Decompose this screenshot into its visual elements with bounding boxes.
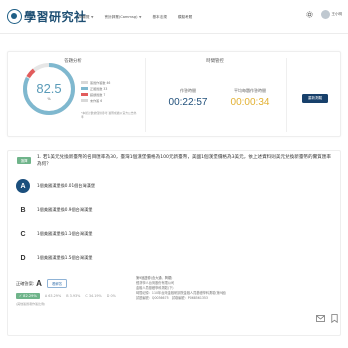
option-c[interactable]: C 1個美國漢堡換1.1個台灣漢堡 [16, 226, 336, 242]
legend-swatch [81, 80, 88, 84]
option-c-rate: C 34.19% [85, 294, 102, 298]
answer-distribution: ✓ 82.29% A 63.29% B 3.93% C 34.19% D 0% [16, 293, 116, 299]
divider [286, 58, 287, 132]
question-source: 第9屆證券(含大通、興櫃) 經濟學人台灣股份有限公司 金融人員基礎學科測驗(下)… [136, 276, 336, 301]
option-a-rate: A 63.29% [44, 294, 62, 298]
divider [145, 58, 146, 132]
time-used-label: 作答時間 [180, 88, 196, 93]
view-explanation-button[interactable]: 看解答 [46, 279, 68, 289]
time-avg-value: 00:00:34 [230, 97, 270, 108]
mail-icon[interactable] [315, 314, 325, 323]
legend-swatch [81, 98, 88, 102]
option-d[interactable]: D 1個美國漢堡換1.5個台灣漢堡 [16, 250, 336, 266]
settings-icon[interactable] [305, 9, 315, 19]
option-a[interactable]: A 1個美國漢堡換0.01個台灣漢堡 [16, 178, 336, 194]
retest-button[interactable]: 重新測驗 [302, 94, 328, 103]
option-b-rate: B 3.93% [66, 294, 81, 298]
nav-item-accountant[interactable]: 會計師業(Cammsg) ▼ [104, 15, 141, 20]
legend-swatch [81, 92, 88, 96]
nav-item-qa-overview[interactable]: QA總覽 ▼ [77, 15, 93, 20]
bookmark-icon[interactable] [329, 314, 339, 323]
question-card: 選擇 1. 若1美元兌換新臺幣的名目匯率為30，臺灣1個漢堡價格為100元新臺幣… [7, 150, 341, 336]
correct-rate-badge: ✓ 82.29% [16, 293, 40, 299]
user-name[interactable]: 王小明 [332, 12, 343, 17]
option-b-marker[interactable]: B [16, 203, 30, 217]
option-b-text: 1個美國漢堡換0.9個台灣漢堡 [37, 207, 93, 212]
time-used-value: 00:22:57 [168, 97, 208, 108]
score-percentage: 82.5 [36, 81, 62, 96]
legend-item-unanswered: 未作答 6 [81, 97, 110, 103]
avatar[interactable] [320, 9, 330, 19]
time-avg-label: 平均每題作答時間 [234, 88, 266, 93]
score-legend: 答題作答數 46 正確題數 33 錯誤題數 7 未作答 6 [81, 79, 110, 103]
time-management-title: 時間管控 [206, 59, 224, 64]
score-unit: % [47, 97, 51, 101]
option-a-text: 1個美國漢堡換0.01個台灣漢堡 [37, 183, 96, 188]
logo-icon [7, 8, 22, 24]
nav-item-mock-exam[interactable]: 模擬考題 [178, 15, 192, 20]
main-nav: QA總覽 ▼ 會計師業(Cammsg) ▼ 基本法規 模擬考題 [77, 0, 203, 34]
answer-row: 正確答案: A 看解答 [16, 279, 68, 289]
question-text: 1. 若1美元兌換新臺幣的名目匯率為30，臺灣1個漢堡價格為100元新臺幣，美國… [37, 155, 331, 167]
distribution-note: (其他答題者作答比例) [16, 302, 46, 306]
stats-card: 答題分析 82.5 % 答題作答數 46 正確題數 33 錯誤題數 7 未作答 … [7, 51, 341, 137]
source-line: 試題編號：Q0036675 試卷編號：P068561353 [136, 296, 208, 300]
top-nav-bar: 學習研究社 QA總覽 ▼ 會計師業(Cammsg) ▼ 基本法規 模擬考題 王小明 [0, 0, 348, 34]
option-a-marker[interactable]: A [16, 179, 30, 193]
user-area: 王小明 [305, 9, 343, 19]
answer-letter: A [36, 279, 42, 289]
question-actions [311, 314, 339, 323]
question-type-badge: 選擇 [17, 157, 31, 164]
option-c-text: 1個美國漢堡換1.1個台灣漢堡 [37, 231, 93, 236]
option-c-marker[interactable]: C [16, 227, 30, 241]
answer-label: 正確答案: [16, 280, 35, 286]
stats-note: *本統計數據僅供參考,實際成績以官方公告為準 [81, 111, 137, 119]
chevron-down-icon: ▼ [138, 15, 142, 19]
option-d-text: 1個美國漢堡換1.5個台灣漢堡 [37, 255, 93, 260]
site-logo[interactable]: 學習研究社 [7, 4, 87, 28]
legend-swatch [81, 86, 88, 90]
option-b[interactable]: B 1個美國漢堡換0.9個台灣漢堡 [16, 202, 336, 218]
nav-item-basic-law[interactable]: 基本法規 [152, 15, 166, 20]
option-d-rate: D 0% [106, 294, 116, 298]
option-d-marker[interactable]: D [16, 251, 30, 265]
chevron-down-icon: ▼ [90, 15, 94, 19]
